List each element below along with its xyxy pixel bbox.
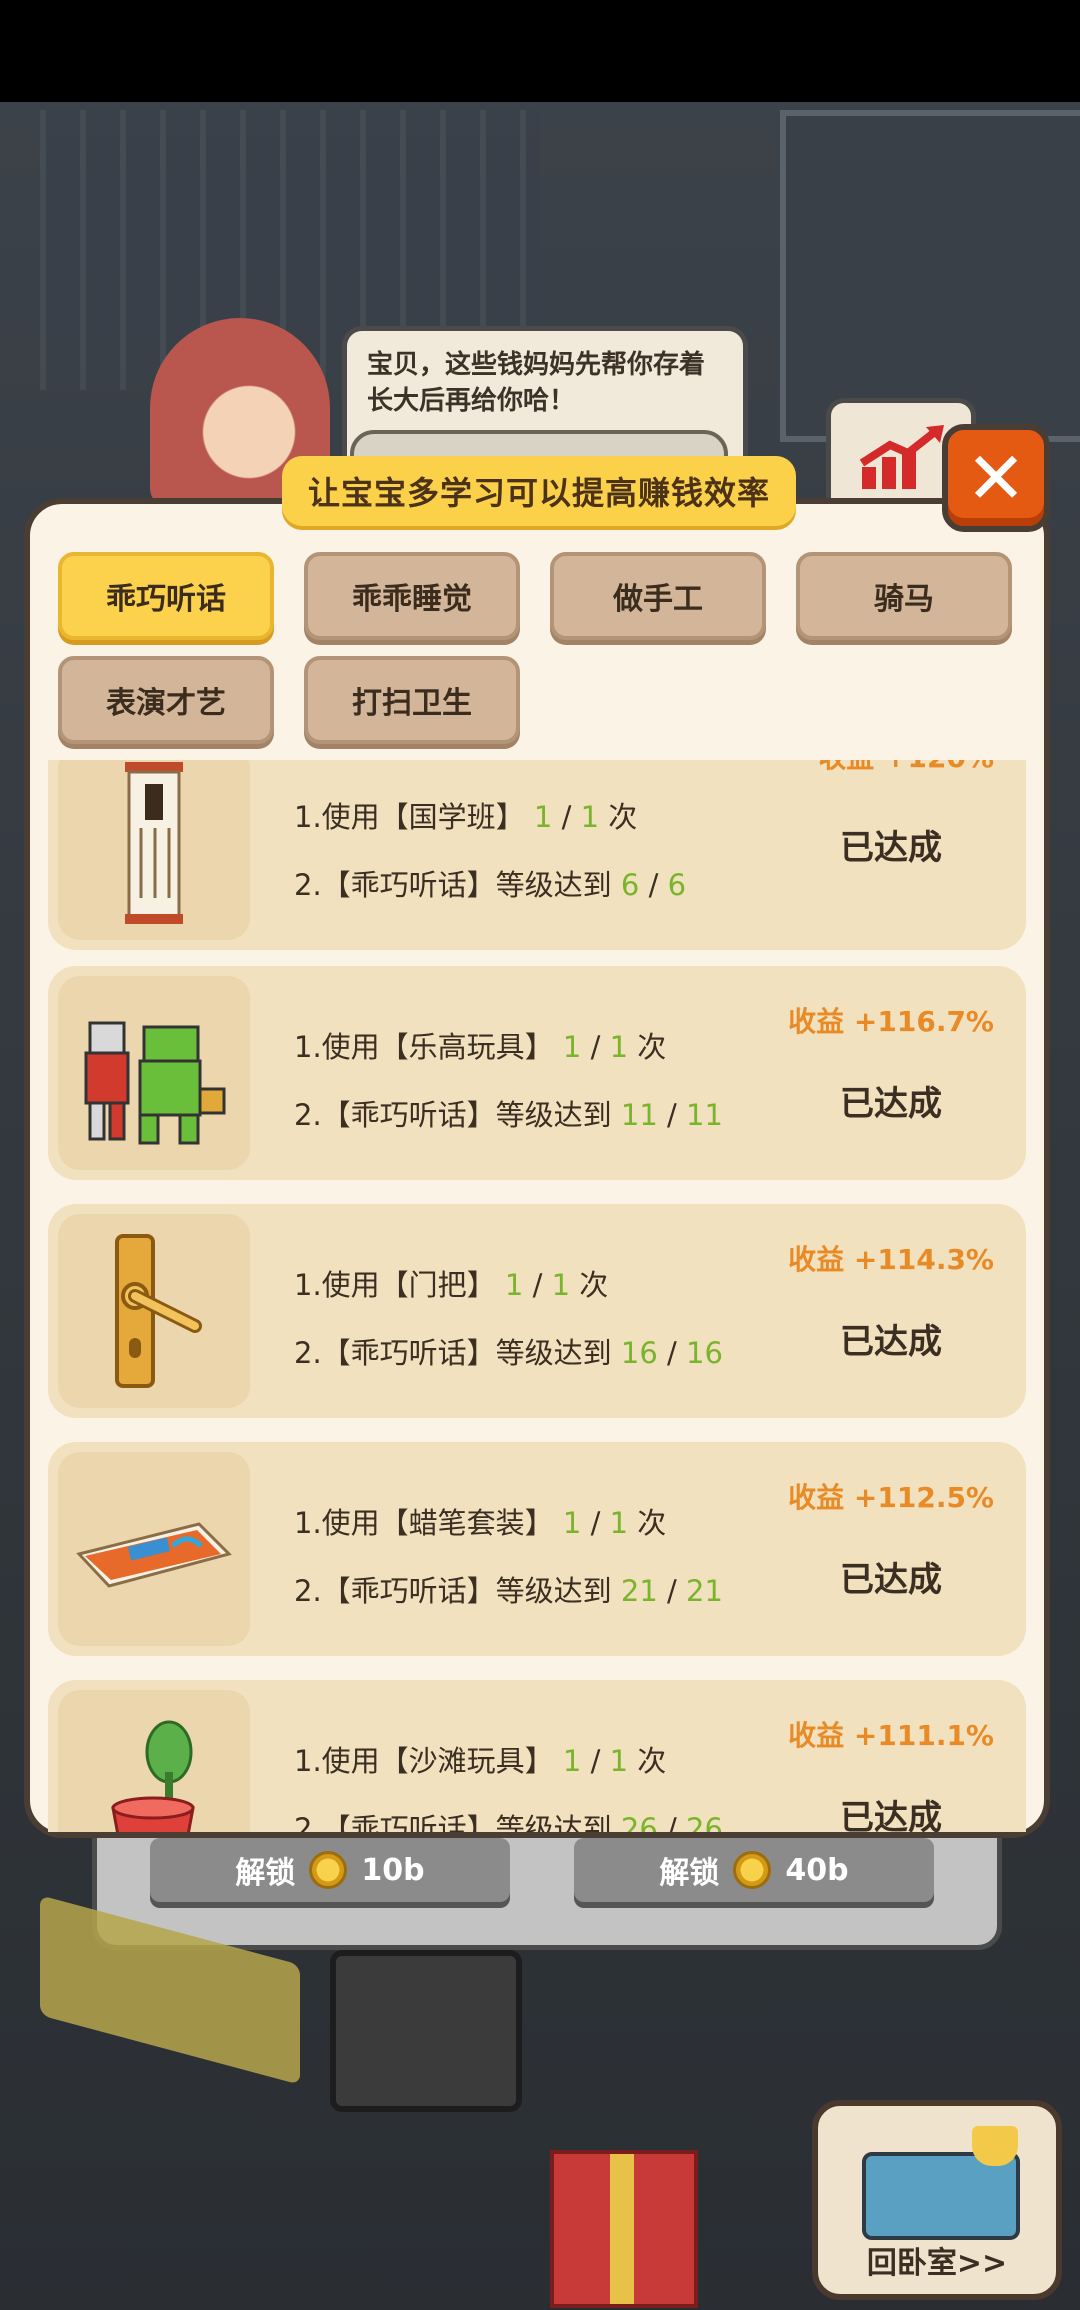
toolbox[interactable]: [330, 1950, 522, 2112]
tab-dasao-weisheng[interactable]: 打扫卫生: [304, 656, 520, 744]
unlock-label: 解锁: [659, 1856, 720, 1891]
coin-icon: [733, 1851, 772, 1889]
status-completed: 已达成: [840, 1798, 942, 1832]
requirement-level: 2.【乖巧听话】等级达到 21 / 21: [294, 1574, 723, 1608]
lamp-icon: [972, 2126, 1018, 2166]
status-completed: 已达成: [840, 1084, 942, 1124]
coin-icon: [309, 1851, 348, 1889]
scroll-icon: [58, 760, 250, 940]
requirement-use: 1.使用【蜡笔套装】 1 / 1 次: [294, 1506, 667, 1540]
list-item: 1.使用【乐高玩具】 1 / 1 次 2.【乖巧听话】等级达到 11 / 11 …: [48, 966, 1026, 1180]
unlock-button-1[interactable]: 解锁 10b: [150, 1838, 510, 1902]
reward-text: 收益 +120%: [818, 760, 994, 776]
tab-biaoyan-caiyi[interactable]: 表演才艺: [58, 656, 274, 744]
unlock-cost: 40b: [785, 1852, 849, 1888]
reward-text: 收益 +112.5%: [788, 1481, 994, 1514]
requirement-use: 1.使用【国学班】 1 / 1 次: [294, 800, 638, 834]
rising-chart-icon: [859, 425, 944, 489]
gift-box[interactable]: [550, 2150, 698, 2308]
crayon-box-icon: [58, 1452, 250, 1646]
requirement-level: 2.【乖巧听话】等级达到 16 / 16: [294, 1336, 723, 1370]
status-completed: 已达成: [840, 1322, 942, 1362]
reward-text: 收益 +116.7%: [788, 1005, 994, 1038]
bedroom-label: 回卧室>>: [866, 2246, 1008, 2281]
unlock-button-2[interactable]: 解锁 40b: [574, 1838, 934, 1902]
close-icon: ✕: [965, 436, 1027, 520]
reward-text: 收益 +114.3%: [788, 1243, 994, 1276]
speech-line-1: 宝贝，这些钱妈妈先帮你存着: [367, 350, 706, 380]
unlock-label: 解锁: [235, 1856, 296, 1891]
list-item: 1.使用【国学班】 1 / 1 次 2.【乖巧听话】等级达到 6 / 6 收益 …: [48, 760, 1026, 950]
status-completed: 已达成: [840, 1560, 942, 1600]
tab-guaiqiao-tinghua[interactable]: 乖巧听话: [58, 552, 274, 640]
status-completed: 已达成: [840, 828, 942, 868]
requirement-use: 1.使用【沙滩玩具】 1 / 1 次: [294, 1744, 667, 1778]
door-handle-icon: [58, 1214, 250, 1408]
list-item: 1.使用【沙滩玩具】 1 / 1 次 2.【乖巧听话】等级达到 26 / 26 …: [48, 1680, 1026, 1832]
modal-title-banner: 让宝宝多学习可以提高赚钱效率: [282, 456, 796, 526]
list-item: 1.使用【蜡笔套装】 1 / 1 次 2.【乖巧听话】等级达到 21 / 21 …: [48, 1442, 1026, 1656]
tab-qima[interactable]: 骑马: [796, 552, 1012, 640]
status-bar: [0, 0, 1080, 102]
tab-guaiguai-shuijiao[interactable]: 乖乖睡觉: [304, 552, 520, 640]
requirement-level: 2.【乖巧听话】等级达到 11 / 11: [294, 1098, 723, 1132]
requirement-level: 2.【乖巧听话】等级达到 6 / 6: [294, 868, 687, 902]
tab-zuo-shougong[interactable]: 做手工: [550, 552, 766, 640]
beach-bucket-icon: [58, 1690, 250, 1832]
list-item: 1.使用【门把】 1 / 1 次 2.【乖巧听话】等级达到 16 / 16 收益…: [48, 1204, 1026, 1418]
unlock-cost: 10b: [361, 1852, 425, 1888]
requirement-level: 2.【乖巧听话】等级达到 26 / 26: [294, 1812, 723, 1832]
modal-title: 让宝宝多学习可以提高赚钱效率: [307, 474, 770, 512]
robot-toys-icon: [58, 976, 250, 1170]
close-button[interactable]: ✕: [942, 424, 1050, 532]
achievement-list[interactable]: 1.使用【国学班】 1 / 1 次 2.【乖巧听话】等级达到 6 / 6 收益 …: [24, 760, 1050, 1832]
requirement-use: 1.使用【乐高玩具】 1 / 1 次: [294, 1030, 667, 1064]
reward-text: 收益 +111.1%: [788, 1719, 994, 1752]
requirement-use: 1.使用【门把】 1 / 1 次: [294, 1268, 609, 1302]
shelf: [780, 110, 1080, 442]
back-to-bedroom-button[interactable]: 回卧室>>: [812, 2100, 1062, 2300]
speech-line-2: 长大后再给你哈！: [367, 386, 576, 416]
